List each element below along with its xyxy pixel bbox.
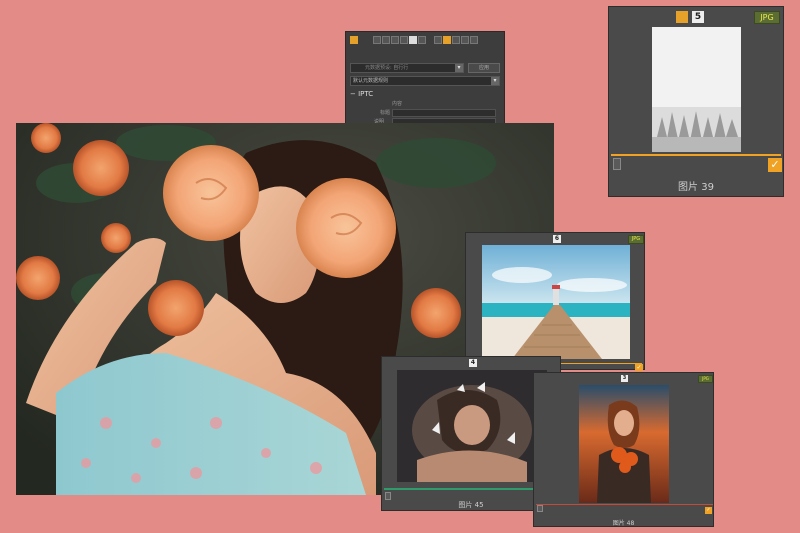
thumbnail-card-39[interactable]: 5 JPG ✓ 图片 39 [608, 6, 784, 197]
pier-art [482, 245, 630, 359]
preset-dropdown[interactable]: 元数据预设: 自行行 ▾ [350, 63, 464, 73]
format-badge: JPG [698, 375, 713, 383]
toolbar-option-10[interactable] [460, 36, 469, 44]
metadata-panel: 元数据预设: 自行行 ▾ 应用 默认元数据规则 ▾ − IPTC 内容 标题 说… [345, 31, 505, 128]
rules-dropdown-value: 默认元数据规则 [353, 78, 389, 84]
preset-dropdown-value: 元数据预设: 自行行 [365, 65, 409, 71]
autumn-portrait-art [579, 385, 669, 503]
thumbnail-48-image [579, 385, 669, 503]
collapse-icon: − [350, 90, 356, 98]
checkmark-icon[interactable]: ✓ [705, 507, 712, 514]
field-1-label: 标题 [380, 110, 391, 116]
chevron-down-icon: ▾ [491, 77, 499, 85]
card-label: 图片 48 [612, 520, 635, 527]
format-badge: JPG [754, 11, 780, 24]
toolbar-option-5[interactable] [408, 36, 417, 44]
file-icon [537, 505, 543, 512]
card-number: 5 [692, 11, 704, 23]
file-icon [385, 492, 391, 500]
card-number: 4 [469, 359, 477, 367]
metadata-toolbar [350, 36, 500, 44]
apply-button[interactable]: 应用 [468, 63, 500, 73]
thumbnail-pier-image [482, 245, 630, 359]
field-header: 内容 [392, 101, 403, 107]
file-icon [613, 158, 621, 170]
format-badge: JPG [628, 235, 644, 244]
checkmark-icon[interactable]: ✓ [768, 158, 782, 172]
butterfly-portrait-art [397, 370, 547, 482]
card-number: 3 [621, 375, 628, 382]
checkmark-icon[interactable]: ✓ [635, 364, 643, 371]
iptc-section-header[interactable]: − IPTC [350, 90, 500, 98]
toolbar-option-2[interactable] [381, 36, 390, 44]
card-label: 图片 39 [678, 182, 714, 193]
selection-bar [536, 504, 713, 505]
toolbar-option-7[interactable] [433, 36, 442, 44]
toolbar-option-11[interactable] [469, 36, 478, 44]
toolbar-option-9[interactable] [451, 36, 460, 44]
thumbnail-card-48[interactable]: 3 JPG ✓ 图片 48 [533, 372, 714, 527]
thumbnail-card-pier[interactable]: 6 JPG ✓ [465, 232, 645, 371]
toolbar-option-3[interactable] [390, 36, 399, 44]
toolbar-option-4[interactable] [399, 36, 408, 44]
forest-art [652, 27, 741, 152]
iptc-section-title: IPTC [358, 90, 374, 98]
chevron-down-icon: ▾ [455, 64, 463, 72]
toolbar-option-1[interactable] [372, 36, 381, 44]
title-field[interactable] [392, 109, 496, 117]
color-label-icon [676, 11, 688, 23]
rules-dropdown[interactable]: 默认元数据规则 ▾ [350, 76, 500, 86]
selection-bar [611, 154, 781, 156]
enable-checkbox[interactable] [350, 36, 358, 44]
toolbar-option-8[interactable] [442, 36, 451, 44]
card-number: 6 [553, 235, 561, 243]
thumbnail-45-image [397, 370, 547, 482]
thumbnail-39-image [652, 27, 741, 152]
toolbar-option-6[interactable] [417, 36, 426, 44]
